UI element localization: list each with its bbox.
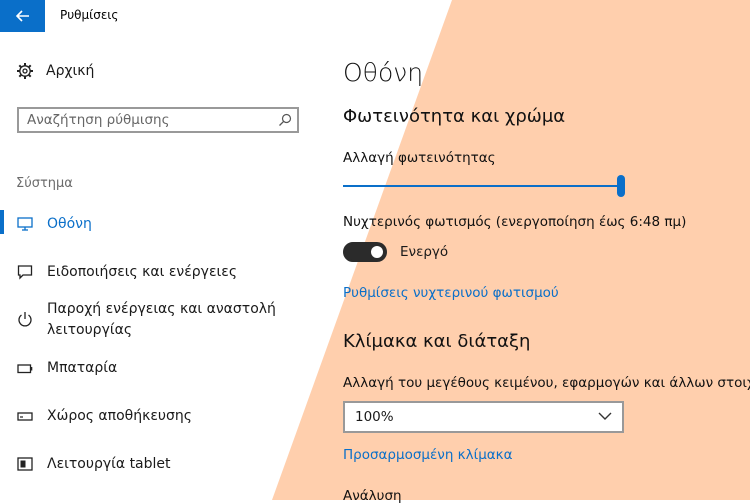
app-title: Ρυθμίσεις	[60, 8, 119, 22]
scale-label: Αλλαγή του μεγέθους κειμένου, εφαρμογών …	[343, 375, 750, 391]
slider-track	[343, 185, 617, 187]
scale-heading: Κλίμακα και διάταξη	[343, 331, 531, 352]
home-nav-item[interactable]: Αρχική	[16, 62, 94, 80]
brightness-label: Αλλαγή φωτεινότητας	[343, 150, 496, 166]
gear-icon	[17, 63, 33, 79]
title-bar: Ρυθμίσεις	[0, 0, 750, 32]
sidebar-item-label-line2: λειτουργίας	[47, 322, 133, 338]
back-button[interactable]	[0, 0, 45, 32]
sidebar-item-label: Οθόνη	[47, 216, 92, 232]
sidebar-item-label-line1: Παροχή ενέργειας και αναστολή	[47, 301, 276, 317]
section-label: Σύστημα	[16, 176, 73, 191]
night-light-label: Νυχτερινός φωτισμός (ενεργοποίηση έως 6:…	[343, 214, 687, 230]
brightness-heading: Φωτεινότητα και χρώμα	[343, 106, 566, 127]
back-arrow-icon	[15, 10, 29, 22]
scale-dropdown-value: 100%	[355, 409, 394, 425]
sidebar-item-label: Χώρος αποθήκευσης	[47, 408, 192, 424]
night-light-settings-link[interactable]: Ρυθμίσεις νυχτερινού φωτισμού	[343, 285, 559, 301]
slider-thumb[interactable]	[617, 175, 625, 197]
chevron-down-icon	[598, 412, 612, 420]
sidebar-item-label: Μπαταρία	[47, 360, 118, 376]
search-icon[interactable]	[277, 112, 293, 128]
brightness-slider[interactable]	[343, 174, 625, 198]
storage-icon	[17, 412, 33, 421]
sidebar-item-label: Ειδοποιήσεις και ενέργειες	[47, 264, 238, 280]
selection-indicator	[0, 210, 4, 234]
tablet-mode-icon	[17, 457, 33, 471]
monitor-icon	[17, 217, 33, 231]
search-box[interactable]	[17, 107, 299, 133]
resolution-label: Ανάλυση	[343, 488, 402, 504]
toggle-knob	[371, 246, 383, 258]
home-label: Αρχική	[46, 63, 95, 79]
search-input[interactable]	[27, 112, 267, 128]
power-icon	[18, 312, 32, 327]
custom-scaling-link[interactable]: Προσαρμοσμένη κλίμακα	[343, 447, 513, 463]
night-light-state: Ενεργό	[400, 244, 449, 260]
battery-icon	[17, 364, 33, 374]
sidebar-item-label: Λειτουργία tablet	[47, 456, 171, 472]
night-light-toggle[interactable]	[343, 242, 387, 262]
notification-icon	[17, 265, 33, 280]
scale-dropdown[interactable]: 100%	[343, 401, 624, 433]
page-title: Οθόνη	[343, 58, 424, 87]
